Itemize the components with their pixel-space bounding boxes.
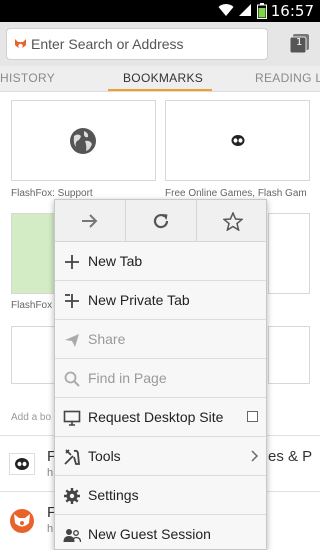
tab-bookmarks[interactable]: BOOKMARKS xyxy=(123,71,203,85)
wifi-icon xyxy=(218,3,234,22)
status-time: 16:57 xyxy=(270,2,314,20)
top-site-tile[interactable] xyxy=(268,213,310,294)
menu-item-find-in-page[interactable]: Find in Page xyxy=(55,359,266,398)
menu-item-share[interactable]: Share xyxy=(55,320,266,359)
tab-count: 1 xyxy=(296,37,303,48)
bookmark-star-button[interactable] xyxy=(197,200,266,242)
menu-item-label: New Private Tab xyxy=(88,292,190,308)
menu-item-label: Share xyxy=(88,331,126,347)
top-site-label: FlashFox xyxy=(11,300,53,311)
status-bar: 16:57 xyxy=(0,0,320,22)
menu-item-label: New Tab xyxy=(88,253,143,269)
reload-button[interactable] xyxy=(126,200,197,242)
empty-site-tile[interactable] xyxy=(268,326,310,384)
tab-reading-list[interactable]: READING LI xyxy=(255,71,320,85)
menu-nav-bar xyxy=(55,200,266,242)
gear-icon xyxy=(64,488,80,504)
top-site-tile[interactable] xyxy=(165,100,310,181)
menu-item-label: Tools xyxy=(88,448,121,464)
menu-item-tools[interactable]: Tools xyxy=(55,437,266,476)
panda-favicon-icon xyxy=(9,453,35,475)
tools-icon xyxy=(64,449,80,465)
guest-icon xyxy=(63,529,81,543)
globe-icon xyxy=(70,128,96,154)
monitor-icon xyxy=(63,410,81,426)
top-site-tile[interactable] xyxy=(11,100,156,181)
site-favicon-icon xyxy=(14,37,27,56)
menu-item-label: Request Desktop Site xyxy=(88,409,224,425)
list-item-url: h xyxy=(47,467,54,479)
menu-item-request-desktop-site[interactable]: Request Desktop Site xyxy=(55,398,266,437)
forward-arrow-icon xyxy=(82,214,98,228)
add-bookmark-hint: Add a bo xyxy=(11,412,52,423)
url-placeholder: Enter Search or Address xyxy=(31,36,184,52)
list-item-title-tail: es & P xyxy=(268,448,313,465)
battery-icon xyxy=(257,3,267,24)
top-site-label: FlashFox: Support xyxy=(11,188,93,199)
plus-icon xyxy=(65,255,79,269)
menu-item-new-guest-session[interactable]: New Guest Session xyxy=(55,515,266,549)
menu-item-settings[interactable]: Settings xyxy=(55,476,266,515)
search-icon xyxy=(64,371,80,387)
star-icon xyxy=(222,211,243,231)
browser-menu: New Tab New Private Tab Share Find in Pa… xyxy=(54,199,267,550)
reload-icon xyxy=(153,213,169,229)
tabs-counter-button[interactable]: 1 xyxy=(288,32,312,56)
menu-item-label: New Guest Session xyxy=(88,526,211,542)
menu-item-new-private-tab[interactable]: New Private Tab xyxy=(55,281,266,320)
menu-item-label: Settings xyxy=(88,487,139,503)
share-icon xyxy=(65,334,79,347)
panda-favicon-icon xyxy=(231,135,245,146)
flashfox-logo-icon xyxy=(10,509,34,533)
list-item-url: h xyxy=(47,523,54,535)
url-bar[interactable]: Enter Search or Address xyxy=(6,28,268,60)
private-plus-icon xyxy=(65,294,79,308)
top-site-label: Free Online Games, Flash Gam xyxy=(165,188,307,199)
signal-icon xyxy=(238,3,252,22)
browser-toolbar: Enter Search or Address 1 xyxy=(0,22,320,66)
tab-history[interactable]: HISTORY xyxy=(0,71,55,85)
chevron-right-icon xyxy=(251,450,258,462)
panel-tabs: HISTORY BOOKMARKS READING LI xyxy=(0,66,320,92)
menu-item-new-tab[interactable]: New Tab xyxy=(55,242,266,281)
menu-item-label: Find in Page xyxy=(88,370,167,386)
forward-button[interactable] xyxy=(55,200,126,242)
desktop-site-checkbox[interactable] xyxy=(247,411,258,422)
